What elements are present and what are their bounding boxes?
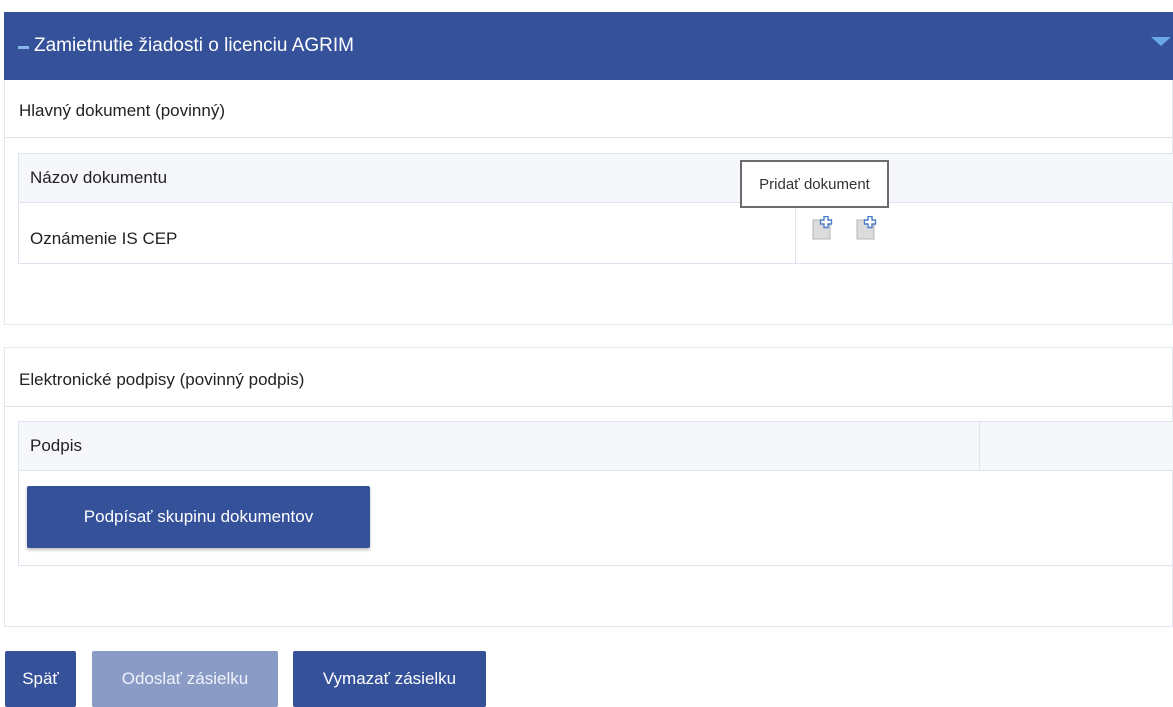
column-header-signature: Podpis: [30, 436, 82, 455]
table-header-row: Podpis: [19, 422, 1173, 471]
back-button[interactable]: Späť: [5, 651, 76, 707]
page: Zamietnutie žiadosti o licenciu AGRIM Hl…: [0, 0, 1173, 707]
add-document-tooltip: Pridať dokument: [740, 160, 889, 208]
document-table: Názov dokumentu Oznámenie IS CEP: [18, 153, 1173, 264]
chevron-down-icon[interactable]: [1151, 37, 1171, 46]
section-divider: [5, 406, 1172, 407]
column-separator: [795, 202, 796, 263]
signatures-title: Elektronické podpisy (povinný podpis): [19, 370, 305, 389]
add-document-icon[interactable]: [812, 216, 834, 240]
panel-title: Zamietnutie žiadosti o licenciu AGRIM: [34, 35, 354, 56]
delete-shipment-button[interactable]: Vymazať zásielku: [293, 651, 486, 707]
minus-icon[interactable]: [18, 45, 29, 49]
panel-header[interactable]: Zamietnutie žiadosti o licenciu AGRIM: [4, 12, 1173, 80]
section-divider: [5, 137, 1172, 138]
sign-documents-button[interactable]: Podpísať skupinu dokumentov: [27, 486, 370, 548]
send-shipment-button[interactable]: Odoslať zásielku: [92, 651, 278, 707]
table-header-row: Názov dokumentu: [19, 154, 1173, 203]
add-document-icon[interactable]: [856, 216, 878, 240]
column-header-document-name: Názov dokumentu: [30, 168, 168, 187]
document-name-cell: Oznámenie IS CEP: [30, 229, 178, 248]
main-document-title: Hlavný dokument (povinný): [19, 101, 225, 120]
column-separator: [979, 422, 980, 470]
main-document-section: Hlavný dokument (povinný) Názov dokument…: [4, 80, 1173, 325]
